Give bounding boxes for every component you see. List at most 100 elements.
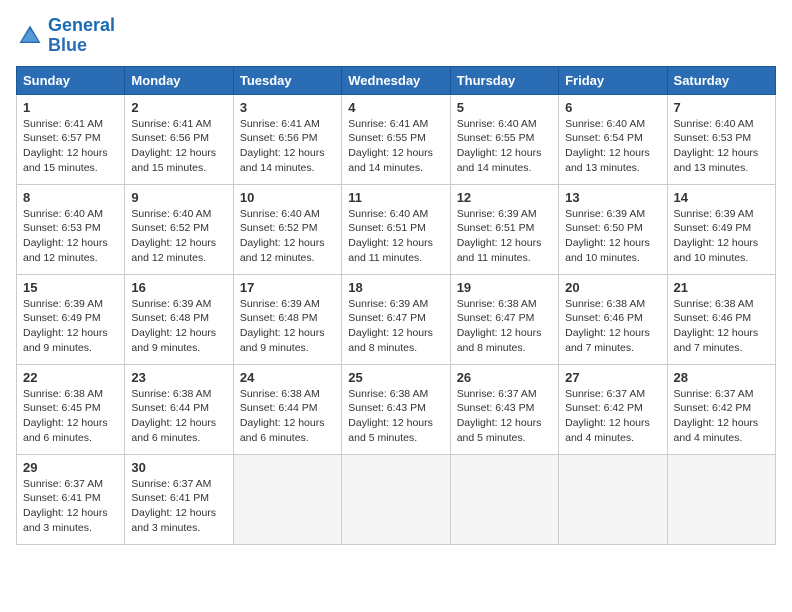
calendar-row: 1 Sunrise: 6:41 AMSunset: 6:57 PMDayligh… — [17, 94, 776, 184]
day-number: 14 — [674, 190, 769, 205]
day-number: 17 — [240, 280, 335, 295]
calendar-day-3: 3 Sunrise: 6:41 AMSunset: 6:56 PMDayligh… — [233, 94, 341, 184]
day-number: 18 — [348, 280, 443, 295]
day-info: Sunrise: 6:40 AMSunset: 6:53 PMDaylight:… — [23, 207, 118, 266]
day-info: Sunrise: 6:39 AMSunset: 6:47 PMDaylight:… — [348, 297, 443, 356]
day-info: Sunrise: 6:38 AMSunset: 6:43 PMDaylight:… — [348, 387, 443, 446]
day-number: 8 — [23, 190, 118, 205]
day-number: 4 — [348, 100, 443, 115]
empty-cell — [342, 454, 450, 544]
day-number: 7 — [674, 100, 769, 115]
day-info: Sunrise: 6:37 AMSunset: 6:41 PMDaylight:… — [131, 477, 226, 536]
day-info: Sunrise: 6:39 AMSunset: 6:51 PMDaylight:… — [457, 207, 552, 266]
calendar-row: 29 Sunrise: 6:37 AMSunset: 6:41 PMDaylig… — [17, 454, 776, 544]
calendar-day-26: 26 Sunrise: 6:37 AMSunset: 6:43 PMDaylig… — [450, 364, 558, 454]
calendar-day-24: 24 Sunrise: 6:38 AMSunset: 6:44 PMDaylig… — [233, 364, 341, 454]
day-number: 25 — [348, 370, 443, 385]
calendar-day-23: 23 Sunrise: 6:38 AMSunset: 6:44 PMDaylig… — [125, 364, 233, 454]
calendar-day-21: 21 Sunrise: 6:38 AMSunset: 6:46 PMDaylig… — [667, 274, 775, 364]
calendar-day-17: 17 Sunrise: 6:39 AMSunset: 6:48 PMDaylig… — [233, 274, 341, 364]
day-info: Sunrise: 6:38 AMSunset: 6:44 PMDaylight:… — [131, 387, 226, 446]
calendar-day-6: 6 Sunrise: 6:40 AMSunset: 6:54 PMDayligh… — [559, 94, 667, 184]
day-info: Sunrise: 6:41 AMSunset: 6:56 PMDaylight:… — [131, 117, 226, 176]
day-number: 13 — [565, 190, 660, 205]
header-tuesday: Tuesday — [233, 66, 341, 94]
day-number: 6 — [565, 100, 660, 115]
calendar-day-4: 4 Sunrise: 6:41 AMSunset: 6:55 PMDayligh… — [342, 94, 450, 184]
calendar-day-12: 12 Sunrise: 6:39 AMSunset: 6:51 PMDaylig… — [450, 184, 558, 274]
day-number: 11 — [348, 190, 443, 205]
day-number: 22 — [23, 370, 118, 385]
day-info: Sunrise: 6:38 AMSunset: 6:46 PMDaylight:… — [565, 297, 660, 356]
day-info: Sunrise: 6:38 AMSunset: 6:47 PMDaylight:… — [457, 297, 552, 356]
empty-cell — [233, 454, 341, 544]
calendar-day-28: 28 Sunrise: 6:37 AMSunset: 6:42 PMDaylig… — [667, 364, 775, 454]
day-info: Sunrise: 6:40 AMSunset: 6:54 PMDaylight:… — [565, 117, 660, 176]
day-info: Sunrise: 6:38 AMSunset: 6:45 PMDaylight:… — [23, 387, 118, 446]
header-monday: Monday — [125, 66, 233, 94]
day-number: 10 — [240, 190, 335, 205]
day-info: Sunrise: 6:41 AMSunset: 6:55 PMDaylight:… — [348, 117, 443, 176]
calendar-day-14: 14 Sunrise: 6:39 AMSunset: 6:49 PMDaylig… — [667, 184, 775, 274]
calendar-day-2: 2 Sunrise: 6:41 AMSunset: 6:56 PMDayligh… — [125, 94, 233, 184]
day-info: Sunrise: 6:41 AMSunset: 6:57 PMDaylight:… — [23, 117, 118, 176]
day-number: 26 — [457, 370, 552, 385]
logo-text: General Blue — [48, 16, 115, 56]
day-info: Sunrise: 6:37 AMSunset: 6:42 PMDaylight:… — [674, 387, 769, 446]
calendar-day-5: 5 Sunrise: 6:40 AMSunset: 6:55 PMDayligh… — [450, 94, 558, 184]
empty-cell — [667, 454, 775, 544]
calendar-row: 15 Sunrise: 6:39 AMSunset: 6:49 PMDaylig… — [17, 274, 776, 364]
day-info: Sunrise: 6:38 AMSunset: 6:46 PMDaylight:… — [674, 297, 769, 356]
day-info: Sunrise: 6:41 AMSunset: 6:56 PMDaylight:… — [240, 117, 335, 176]
day-number: 12 — [457, 190, 552, 205]
calendar-day-7: 7 Sunrise: 6:40 AMSunset: 6:53 PMDayligh… — [667, 94, 775, 184]
logo-icon — [16, 22, 44, 50]
header-saturday: Saturday — [667, 66, 775, 94]
calendar-row: 22 Sunrise: 6:38 AMSunset: 6:45 PMDaylig… — [17, 364, 776, 454]
header-thursday: Thursday — [450, 66, 558, 94]
day-number: 9 — [131, 190, 226, 205]
calendar-day-19: 19 Sunrise: 6:38 AMSunset: 6:47 PMDaylig… — [450, 274, 558, 364]
day-number: 29 — [23, 460, 118, 475]
calendar-day-8: 8 Sunrise: 6:40 AMSunset: 6:53 PMDayligh… — [17, 184, 125, 274]
empty-cell — [450, 454, 558, 544]
day-number: 15 — [23, 280, 118, 295]
day-info: Sunrise: 6:40 AMSunset: 6:52 PMDaylight:… — [240, 207, 335, 266]
day-info: Sunrise: 6:37 AMSunset: 6:41 PMDaylight:… — [23, 477, 118, 536]
calendar-day-9: 9 Sunrise: 6:40 AMSunset: 6:52 PMDayligh… — [125, 184, 233, 274]
calendar-day-13: 13 Sunrise: 6:39 AMSunset: 6:50 PMDaylig… — [559, 184, 667, 274]
header-friday: Friday — [559, 66, 667, 94]
calendar-day-29: 29 Sunrise: 6:37 AMSunset: 6:41 PMDaylig… — [17, 454, 125, 544]
day-info: Sunrise: 6:40 AMSunset: 6:51 PMDaylight:… — [348, 207, 443, 266]
calendar-day-11: 11 Sunrise: 6:40 AMSunset: 6:51 PMDaylig… — [342, 184, 450, 274]
day-info: Sunrise: 6:39 AMSunset: 6:48 PMDaylight:… — [240, 297, 335, 356]
day-number: 24 — [240, 370, 335, 385]
day-info: Sunrise: 6:38 AMSunset: 6:44 PMDaylight:… — [240, 387, 335, 446]
day-info: Sunrise: 6:39 AMSunset: 6:49 PMDaylight:… — [674, 207, 769, 266]
calendar-day-18: 18 Sunrise: 6:39 AMSunset: 6:47 PMDaylig… — [342, 274, 450, 364]
day-info: Sunrise: 6:40 AMSunset: 6:52 PMDaylight:… — [131, 207, 226, 266]
day-number: 28 — [674, 370, 769, 385]
day-number: 27 — [565, 370, 660, 385]
day-info: Sunrise: 6:39 AMSunset: 6:48 PMDaylight:… — [131, 297, 226, 356]
calendar-day-16: 16 Sunrise: 6:39 AMSunset: 6:48 PMDaylig… — [125, 274, 233, 364]
calendar-day-1: 1 Sunrise: 6:41 AMSunset: 6:57 PMDayligh… — [17, 94, 125, 184]
page-header: General Blue — [16, 16, 776, 56]
day-number: 5 — [457, 100, 552, 115]
day-info: Sunrise: 6:37 AMSunset: 6:43 PMDaylight:… — [457, 387, 552, 446]
calendar-day-10: 10 Sunrise: 6:40 AMSunset: 6:52 PMDaylig… — [233, 184, 341, 274]
calendar-day-30: 30 Sunrise: 6:37 AMSunset: 6:41 PMDaylig… — [125, 454, 233, 544]
day-info: Sunrise: 6:39 AMSunset: 6:49 PMDaylight:… — [23, 297, 118, 356]
day-info: Sunrise: 6:40 AMSunset: 6:55 PMDaylight:… — [457, 117, 552, 176]
calendar-day-20: 20 Sunrise: 6:38 AMSunset: 6:46 PMDaylig… — [559, 274, 667, 364]
day-number: 23 — [131, 370, 226, 385]
day-number: 16 — [131, 280, 226, 295]
day-number: 30 — [131, 460, 226, 475]
calendar-day-25: 25 Sunrise: 6:38 AMSunset: 6:43 PMDaylig… — [342, 364, 450, 454]
day-number: 1 — [23, 100, 118, 115]
day-number: 3 — [240, 100, 335, 115]
calendar-header-row: SundayMondayTuesdayWednesdayThursdayFrid… — [17, 66, 776, 94]
day-number: 20 — [565, 280, 660, 295]
logo: General Blue — [16, 16, 115, 56]
calendar-day-27: 27 Sunrise: 6:37 AMSunset: 6:42 PMDaylig… — [559, 364, 667, 454]
